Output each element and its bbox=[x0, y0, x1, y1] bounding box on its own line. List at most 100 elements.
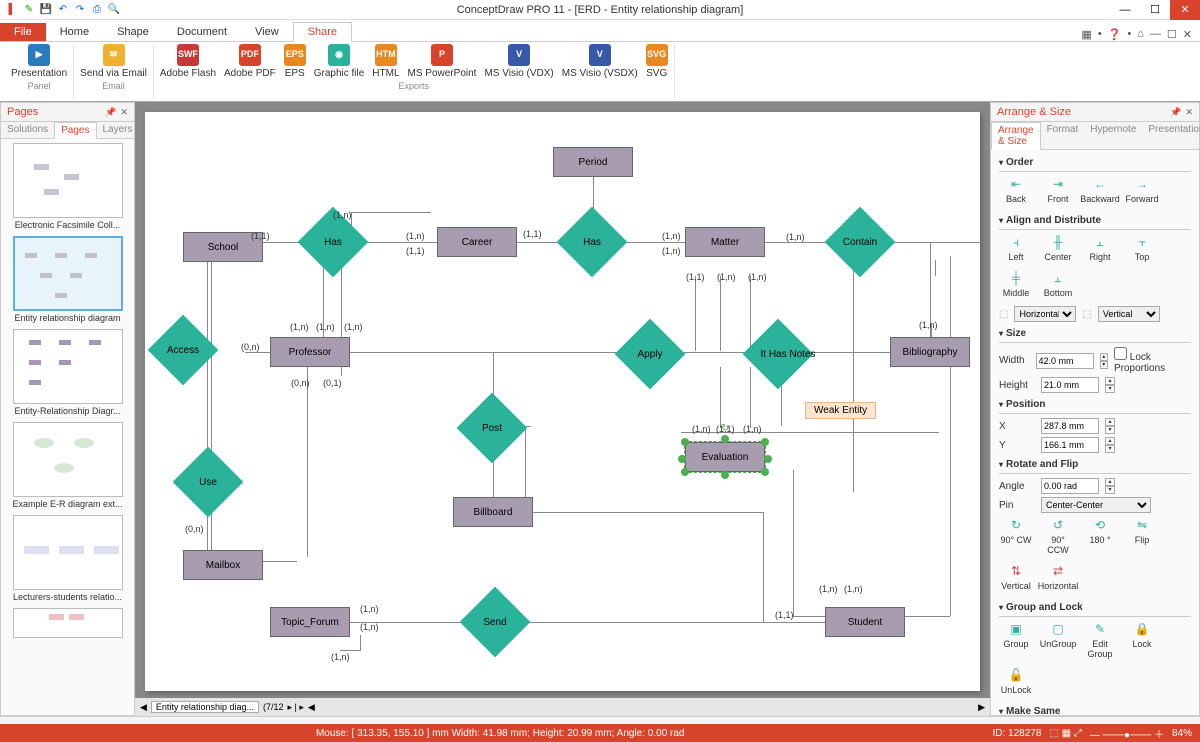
entity-career[interactable]: Career bbox=[437, 227, 517, 257]
tab-shape[interactable]: Shape bbox=[103, 23, 163, 41]
btn-visio-vsdx[interactable]: VMS Visio (VSDX) bbox=[562, 44, 638, 79]
sect-size[interactable]: Size bbox=[999, 325, 1191, 343]
tab-next-icon[interactable]: ▸ | ▸ bbox=[288, 702, 304, 713]
tab-prev-icon[interactable]: ◀ bbox=[140, 702, 147, 713]
inp-width[interactable] bbox=[1036, 353, 1094, 369]
tab-pages[interactable]: Pages bbox=[54, 122, 96, 139]
btn-front[interactable]: ⇥Front bbox=[1041, 176, 1075, 204]
btn-align-right[interactable]: ⫠Right bbox=[1083, 234, 1117, 262]
btn-backward[interactable]: ←Backward bbox=[1083, 176, 1117, 204]
btn-90ccw[interactable]: ↺90° CCW bbox=[1041, 517, 1075, 555]
btn-lock[interactable]: 🔒Lock bbox=[1125, 621, 1159, 659]
inp-angle[interactable] bbox=[1041, 478, 1099, 494]
btn-forward[interactable]: →Forward bbox=[1125, 176, 1159, 204]
btn-email[interactable]: ✉Send via Email bbox=[80, 44, 147, 79]
sel-horiz[interactable]: Horizontal bbox=[1014, 306, 1076, 322]
sect-order[interactable]: Order bbox=[999, 154, 1191, 172]
rel-has2[interactable]: Has bbox=[557, 222, 627, 262]
entity-student[interactable]: Student bbox=[825, 607, 905, 637]
sel-pin[interactable]: Center-Center bbox=[1041, 497, 1151, 513]
btn-back[interactable]: ⇤Back bbox=[999, 176, 1033, 204]
btn-group[interactable]: ▣Group bbox=[999, 621, 1033, 659]
canvas-area[interactable]: School Period Career Matter Professor Bi… bbox=[135, 102, 990, 716]
tab-file[interactable]: File bbox=[0, 23, 46, 41]
entity-billboard[interactable]: Billboard bbox=[453, 497, 533, 527]
rel-contain[interactable]: Contain bbox=[825, 222, 895, 262]
btn-flip-v[interactable]: ⇅Vertical bbox=[999, 563, 1033, 591]
tab-layers[interactable]: Layers bbox=[97, 122, 139, 138]
sect-rotate[interactable]: Rotate and Flip bbox=[999, 456, 1191, 474]
btn-180[interactable]: ⟲180 ° bbox=[1083, 517, 1117, 555]
btn-align-middle[interactable]: ╪Middle bbox=[999, 270, 1033, 298]
btn-align-center[interactable]: ╫Center bbox=[1041, 234, 1075, 262]
btn-ppt[interactable]: PMS PowerPoint bbox=[408, 44, 477, 79]
chk-lock[interactable] bbox=[1114, 347, 1127, 360]
btn-flip[interactable]: ⇋Flip bbox=[1125, 517, 1159, 555]
inp-y[interactable] bbox=[1041, 437, 1099, 453]
tab-presentation-r[interactable]: Presentation bbox=[1142, 122, 1200, 149]
btn-flip-h[interactable]: ⇄Horizontal bbox=[1041, 563, 1075, 591]
rel-access[interactable]: Access bbox=[148, 330, 218, 370]
close-icon[interactable]: ✕ bbox=[1185, 107, 1193, 118]
entity-matter[interactable]: Matter bbox=[685, 227, 765, 257]
inp-height[interactable] bbox=[1041, 377, 1099, 393]
tab-hypernote[interactable]: Hypernote bbox=[1084, 122, 1142, 149]
tab-arrange[interactable]: Arrange & Size bbox=[991, 122, 1041, 150]
maximize-button[interactable]: ☐ bbox=[1140, 0, 1170, 20]
btn-pdf[interactable]: PDFAdobe PDF bbox=[224, 44, 276, 79]
btn-html[interactable]: HTMHTML bbox=[372, 44, 399, 79]
tab-document[interactable]: Document bbox=[163, 23, 241, 41]
canvas-bottom-tabs[interactable]: ◀ Entity relationship diag... (7/12 ▸ | … bbox=[135, 698, 990, 716]
page-thumb-1[interactable]: Entity relationship diagram bbox=[5, 236, 130, 323]
tab-solutions[interactable]: Solutions bbox=[1, 122, 54, 138]
rel-use[interactable]: Use bbox=[173, 462, 243, 502]
close-button[interactable]: ✕ bbox=[1170, 0, 1200, 20]
close-icon[interactable]: ✕ bbox=[120, 107, 128, 118]
zoom-slider[interactable]: — ───●─── ＋ bbox=[1090, 726, 1164, 741]
tab-home[interactable]: Home bbox=[46, 23, 103, 41]
sect-group[interactable]: Group and Lock bbox=[999, 599, 1191, 617]
tab-format[interactable]: Format bbox=[1041, 122, 1085, 149]
rel-has1[interactable]: Has bbox=[298, 222, 368, 262]
btn-eps[interactable]: EPSEPS bbox=[284, 44, 306, 79]
rel-apply[interactable]: Apply bbox=[615, 334, 685, 374]
entity-evaluation[interactable]: Evaluation ↻ bbox=[685, 442, 765, 472]
btn-presentation[interactable]: ▶Presentation bbox=[11, 44, 67, 79]
btn-align-left[interactable]: ⫞Left bbox=[999, 234, 1033, 262]
rel-ithasnotes[interactable]: It Has Notes bbox=[743, 334, 833, 374]
page-thumb-2[interactable]: Entity-Relationship Diagr... bbox=[5, 329, 130, 416]
entity-mailbox[interactable]: Mailbox bbox=[183, 550, 263, 580]
btn-unlock[interactable]: 🔓UnLock bbox=[999, 667, 1033, 695]
btn-graphic[interactable]: ◉Graphic file bbox=[314, 44, 365, 79]
entity-topic-forum[interactable]: Topic_Forum bbox=[270, 607, 350, 637]
page-thumb-4[interactable]: Lecturers-students relatio... bbox=[5, 515, 130, 602]
btn-flash[interactable]: SWFAdobe Flash bbox=[160, 44, 216, 79]
minimize-button[interactable]: — bbox=[1110, 0, 1140, 20]
btn-align-bottom[interactable]: ⫠Bottom bbox=[1041, 270, 1075, 298]
sel-vert[interactable]: Vertical bbox=[1098, 306, 1160, 322]
btn-align-top[interactable]: ⫟Top bbox=[1125, 234, 1159, 262]
pin-icon[interactable]: 📌 bbox=[105, 107, 116, 118]
btn-svg[interactable]: SVGSVG bbox=[646, 44, 668, 79]
page-thumb-0[interactable]: Electronic Facsimile Coll... bbox=[5, 143, 130, 230]
entity-period[interactable]: Period bbox=[553, 147, 633, 177]
tab-share[interactable]: Share bbox=[293, 22, 352, 42]
sect-same[interactable]: Make Same bbox=[999, 703, 1191, 715]
tab-view[interactable]: View bbox=[241, 23, 293, 41]
ribbon-help-area[interactable]: ▦•❓•⌂—☐✕ bbox=[1081, 28, 1200, 41]
qat[interactable]: ▌✎💾 ↶↷ ⎙🔍 bbox=[0, 3, 126, 17]
entity-bibliography[interactable]: Bibliography bbox=[890, 337, 970, 367]
btn-ungroup[interactable]: ▢UnGroup bbox=[1041, 621, 1075, 659]
btn-visio-vdx[interactable]: VMS Visio (VDX) bbox=[484, 44, 553, 79]
rel-post[interactable]: Post bbox=[457, 408, 527, 448]
page-thumb-5[interactable] bbox=[5, 608, 130, 638]
page-thumb-3[interactable]: Example E-R diagram ext... bbox=[5, 422, 130, 509]
btn-90cw[interactable]: ↻90° CW bbox=[999, 517, 1033, 555]
inp-x[interactable] bbox=[1041, 418, 1099, 434]
pin-icon[interactable]: 📌 bbox=[1170, 107, 1181, 118]
btn-editgroup[interactable]: ✎Edit Group bbox=[1083, 621, 1117, 659]
sect-pos[interactable]: Position bbox=[999, 396, 1191, 414]
diagram-canvas[interactable]: School Period Career Matter Professor Bi… bbox=[145, 112, 980, 691]
sect-align[interactable]: Align and Distribute bbox=[999, 212, 1191, 230]
rel-send[interactable]: Send bbox=[460, 602, 530, 642]
